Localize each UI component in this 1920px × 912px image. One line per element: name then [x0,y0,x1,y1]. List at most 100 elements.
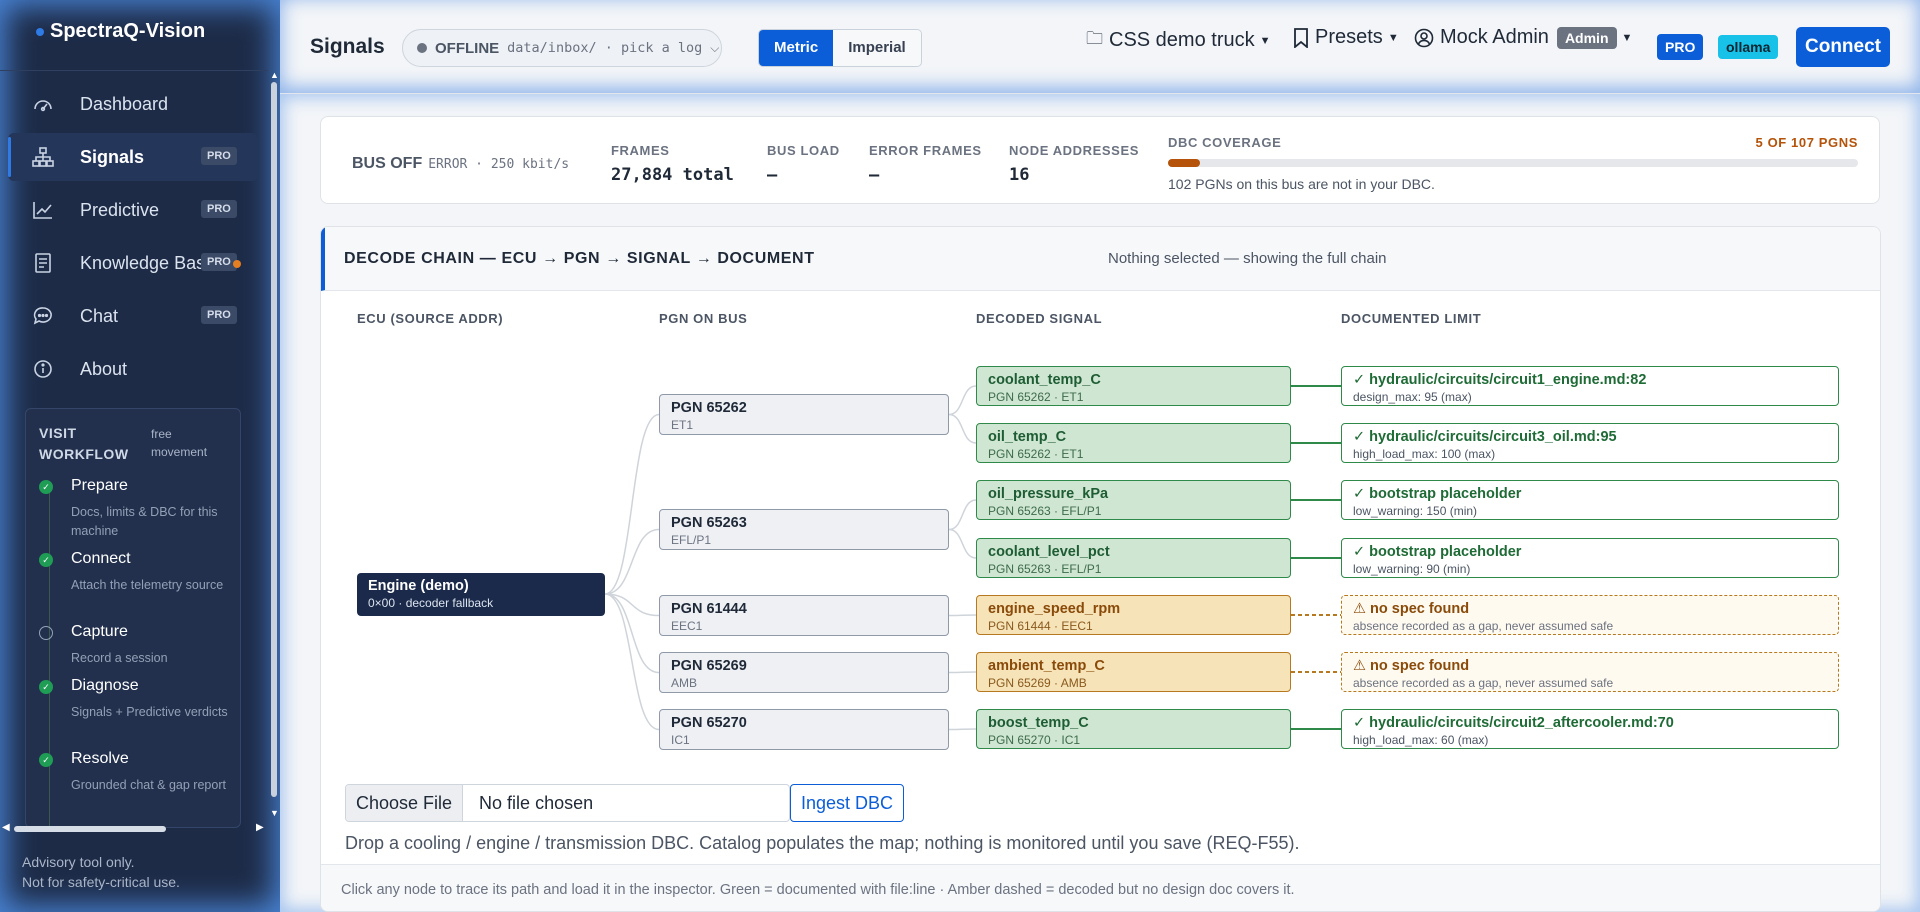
node-sub: design_max: 95 (max) [1353,390,1472,404]
empty-circle-icon [39,626,53,640]
limit-node[interactable]: ✓ hydraulic/circuits/circuit1_engine.md:… [1341,366,1839,406]
dbc-file-input[interactable]: Choose File No file chosen [345,784,790,822]
sidebar-item-dashboard[interactable]: Dashboard [8,80,258,128]
stat-bus-load: BUS LOAD — [767,143,840,185]
sidebar-item-predictive[interactable]: Predictive PRO [8,186,258,234]
sidebar-item-about[interactable]: About [8,345,258,393]
presets-menu[interactable]: Presets ▼ [1293,26,1399,49]
connect-button[interactable]: Connect [1796,27,1890,67]
node-title: ✓ hydraulic/circuits/circuit2_aftercoole… [1353,715,1674,731]
signal-node[interactable]: coolant_temp_C PGN 65262 · ET1 [976,366,1291,406]
unit-toggle: Metric Imperial [758,29,922,67]
vehicle-name: CSS demo truck [1109,29,1255,51]
limit-node[interactable]: ✓ hydraulic/circuits/circuit3_oil.md:95 h… [1341,423,1839,463]
workflow-subtitle: free movement [151,427,208,459]
limit-node[interactable]: ✓ hydraulic/circuits/circuit2_aftercoole… [1341,709,1839,749]
pgn-signal-link [948,528,977,559]
imperial-button[interactable]: Imperial [833,30,921,66]
limit-node[interactable]: ⚠ no spec found absence recorded as a gap… [1341,652,1839,692]
bus-state-detail: ERROR · 250 kbit/s [428,157,570,172]
top-bar: Signals OFFLINE data/inbox/ · pick a log… [280,0,1920,94]
node-sub: PGN 65263 · EFL/P1 [988,504,1102,518]
pgn-signal-link [948,499,977,531]
node-title: ambient_temp_C [988,658,1105,674]
trend-icon [33,202,52,219]
limit-node[interactable]: ⚠ no spec found absence recorded as a gap… [1341,595,1839,635]
brand-name: SpectraQ-Vision [50,20,206,42]
node-sub: PGN 65263 · EFL/P1 [988,562,1102,576]
sidebar-item-signals[interactable]: Signals PRO [8,133,258,181]
caret-down-icon: ▼ [1259,34,1271,47]
node-title: ✓ bootstrap placeholder [1353,486,1522,502]
ecu-pgn-link [604,528,660,595]
scroll-down-icon[interactable]: ▼ [270,808,279,818]
node-sub: IC1 [671,733,690,747]
node-title: PGN 65262 [671,400,747,416]
sidebar-vertical-scrollbar[interactable]: ▲ ▼ [268,70,280,820]
pgn-node[interactable]: PGN 65269 AMB [659,652,949,693]
node-sub: AMB [671,676,698,690]
brand[interactable]: SpectraQ-Vision [36,20,206,43]
main-content: BUS OFF ERROR · 250 kbit/s FRAMES 27,884 … [280,94,1920,912]
pgn-signal-link [948,728,977,731]
user-circle-icon [1414,28,1434,47]
node-sub: PGN 65269 · AMB [988,676,1087,690]
pgn-node[interactable]: PGN 65262 ET1 [659,394,949,435]
source-selector[interactable]: OFFLINE data/inbox/ · pick a log ⌵ [402,29,722,67]
limit-node[interactable]: ✓ bootstrap placeholder low_warning: 150 … [1341,480,1839,520]
file-name: No file chosen [479,793,594,813]
signal-node[interactable]: oil_pressure_kPa PGN 65263 · EFL/P1 [976,480,1291,520]
metric-button[interactable]: Metric [759,30,834,66]
node-title: ⚠ no spec found [1353,658,1470,674]
pro-tag: PRO [201,253,237,271]
limit-node[interactable]: ✓ bootstrap placeholder low_warning: 90 (… [1341,538,1839,578]
check-icon: ✓ [39,553,53,567]
scroll-right-icon[interactable]: ▶ [256,822,264,833]
signal-node[interactable]: oil_temp_C PGN 65262 · ET1 [976,423,1291,463]
node-title: ✓ hydraulic/circuits/circuit3_oil.md:95 [1353,429,1617,445]
sidebar-item-knowledge-base[interactable]: Knowledge Base PRO [8,239,258,287]
scroll-left-icon[interactable]: ◀ [2,822,10,833]
stat-value: 16 [1009,165,1030,185]
sidebar-item-chat[interactable]: Chat PRO [8,292,258,340]
page-title: Signals [310,35,385,58]
ecu-node-engine[interactable]: Engine (demo) 0×00 · decoder fallback [357,573,605,616]
signal-node[interactable]: engine_speed_rpm PGN 61444 · EEC1 [976,595,1291,635]
step-name: Capture [71,623,128,640]
dbc-upload: Choose File No file chosen Ingest DBC [345,784,905,822]
caret-down-icon: ▼ [1387,31,1399,44]
node-title: ✓ bootstrap placeholder [1353,544,1522,560]
user-menu[interactable]: Mock Admin Admin ▼ [1414,26,1632,49]
vehicle-selector[interactable]: 🗀 CSS demo truck ▼ [1086,26,1271,55]
step-desc: Record a session [71,651,168,665]
node-sub: high_load_max: 60 (max) [1353,733,1489,747]
coverage-count: 5 OF 107 PGNS [1755,135,1858,150]
bus-state-label: BUS OFF [352,155,423,172]
bus-state: BUS OFF ERROR · 250 kbit/s [352,155,569,173]
choose-file-button[interactable]: Choose File [346,785,464,821]
dashboard-icon [34,100,52,112]
scroll-up-icon[interactable]: ▲ [270,70,279,80]
ingest-dbc-button[interactable]: Ingest DBC [790,784,905,822]
signal-node[interactable]: coolant_level_pct PGN 65263 · EFL/P1 [976,538,1291,578]
scrollbar-thumb[interactable] [271,82,277,797]
node-title: coolant_temp_C [988,372,1101,388]
pgn-node[interactable]: PGN 65263 EFL/P1 [659,509,949,550]
sidebar-item-label: About [80,359,128,379]
sidebar-horizontal-scrollbar[interactable]: ◀ ▶ [0,822,268,836]
pgn-node[interactable]: PGN 65270 IC1 [659,709,949,750]
node-title: PGN 65263 [671,515,747,531]
signal-node[interactable]: ambient_temp_C PGN 65269 · AMB [976,652,1291,692]
scrollbar-thumb[interactable] [14,826,166,832]
pro-tag: PRO [201,200,237,218]
signal-node[interactable]: boost_temp_C PGN 65270 · IC1 [976,709,1291,749]
pgn-node[interactable]: PGN 61444 EEC1 [659,595,949,636]
sidebar-item-label: Knowledge Base [80,253,216,273]
node-title: ✓ hydraulic/circuits/circuit1_engine.md:… [1353,372,1647,388]
app-root: SpectraQ-Vision Dashboard Signals PRO Pr… [0,0,1920,912]
check-icon: ✓ [39,480,53,494]
stat-value: — [869,165,880,185]
node-sub: PGN 61444 · EEC1 [988,619,1093,633]
pgn-signal-link [948,413,977,444]
node-title: PGN 61444 [671,601,747,617]
